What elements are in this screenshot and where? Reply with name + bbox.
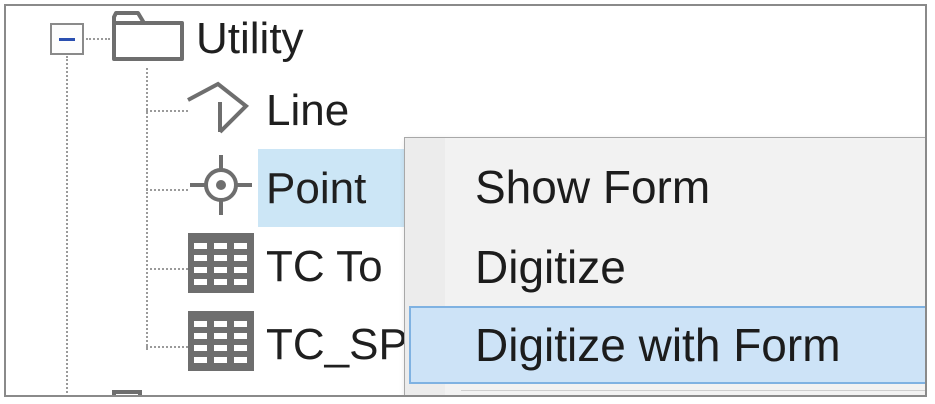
tree-node-label: Utility <box>196 14 304 63</box>
point-feature-icon <box>186 153 256 225</box>
tree-node-label: Line <box>266 86 350 135</box>
menu-separator <box>461 390 925 391</box>
tree-node-label: Point <box>266 164 367 213</box>
tree-node-tc-to[interactable]: TC To <box>186 231 383 303</box>
tree-node-point-content[interactable]: Point <box>186 155 367 220</box>
menu-item-digitize[interactable]: Digitize <box>405 232 925 302</box>
tree-connector <box>146 110 188 112</box>
tree-connector <box>146 346 188 348</box>
table-icon <box>186 309 256 381</box>
tree-node-tc-sp[interactable]: TC_SP <box>186 309 408 381</box>
menu-item-show-form[interactable]: Show Form <box>405 152 925 222</box>
panel-frame: Utility Line Point TC To TC_SP Show Form… <box>4 4 927 397</box>
tree-node-line[interactable]: Line <box>186 81 350 140</box>
line-feature-icon <box>186 78 256 144</box>
table-icon <box>186 231 256 303</box>
tree-connector <box>66 56 68 395</box>
tree-node-label: TC_SP <box>266 320 408 369</box>
tree-node-utility[interactable]: Utility <box>110 10 304 68</box>
menu-item-digitize-with-form[interactable]: Digitize with Form <box>409 306 925 384</box>
next-folder-icon-partial <box>112 390 142 395</box>
folder-icon <box>110 7 186 71</box>
tree-connector <box>146 189 188 191</box>
collapse-toggle[interactable] <box>50 23 84 55</box>
tree-connector <box>146 268 188 270</box>
tree-connector <box>86 38 110 40</box>
tree-node-label: TC To <box>266 242 383 291</box>
context-menu: Show Form Digitize Digitize with Form <box>404 137 925 395</box>
